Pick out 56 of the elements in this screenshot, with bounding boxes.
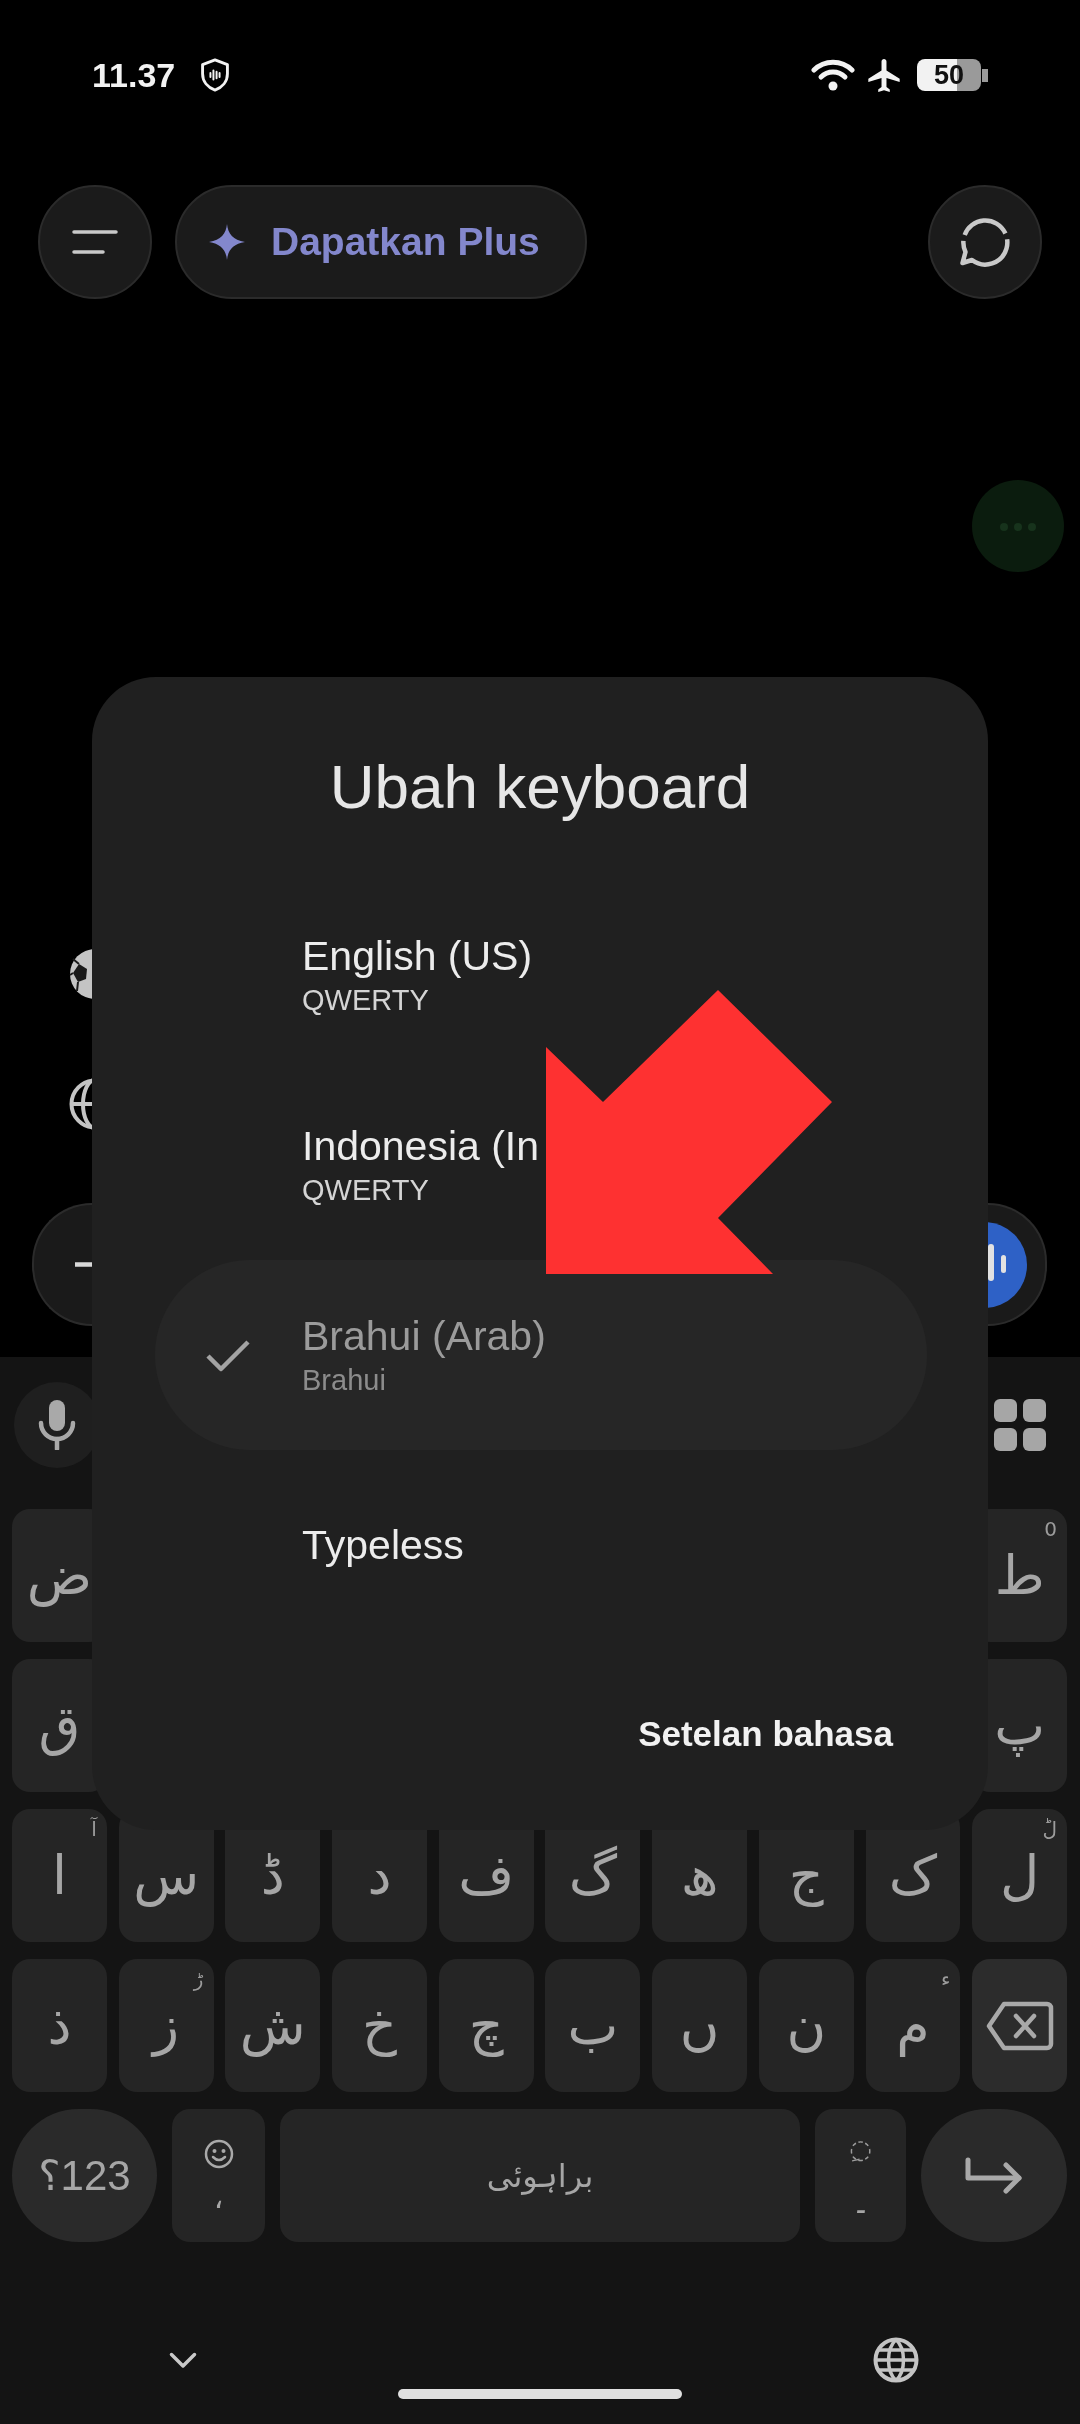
key[interactable]: ا آ (12, 1809, 107, 1942)
keyboard-option[interactable]: English (US) QWERTY (155, 880, 927, 1070)
keyboard-option[interactable]: Brahui (Arab) Brahui (155, 1260, 927, 1450)
key[interactable]: م ء (865, 1959, 961, 2092)
keyboard-option[interactable]: Indonesia (In QWERTY (155, 1070, 927, 1260)
punctuation-label: ۔ (850, 2183, 871, 2218)
battery-percent: 50 (917, 59, 981, 91)
key-hint: ◌ِ (849, 2133, 872, 2164)
comma-label: ، (213, 2182, 224, 2213)
chat-bubble-icon (958, 216, 1012, 268)
language-settings-link[interactable]: Setelan bahasa (638, 1713, 893, 1755)
dots-bubble-icon (972, 480, 1064, 572)
smiley-icon (203, 2138, 234, 2169)
wifi-icon (811, 59, 855, 91)
key[interactable]: خ (332, 1959, 427, 2092)
key[interactable]: ں (652, 1959, 747, 2092)
key[interactable]: چ (438, 1959, 534, 2092)
key-hint: 0 (1044, 1517, 1057, 1541)
key[interactable]: ن (758, 1959, 854, 2092)
backspace-key[interactable] (972, 1959, 1067, 2092)
key-hint: لؕ (1042, 1817, 1057, 1841)
key-hint: آ (91, 1817, 97, 1841)
clock-time: 11.37 (92, 55, 176, 95)
chevron-down-icon[interactable] (169, 2351, 197, 2369)
sparkle-icon (209, 224, 245, 260)
option-label: Indonesia (In (302, 1122, 540, 1171)
option-subtitle: QWERTY (302, 1173, 429, 1208)
punctuation-key[interactable]: ◌ِ ۔ (815, 2109, 906, 2242)
key[interactable]: ل لؕ (972, 1809, 1067, 1942)
menu-icon (72, 230, 118, 254)
upgrade-button[interactable]: Dapatkan Plus (175, 185, 587, 299)
microphone-icon (38, 1399, 76, 1450)
airplane-icon (866, 58, 902, 92)
symbols-key[interactable]: ؟123 (12, 2109, 157, 2242)
key[interactable]: ذ (12, 1959, 107, 2092)
option-subtitle: QWERTY (302, 983, 429, 1018)
globe-icon[interactable] (873, 2337, 919, 2383)
option-label: Typeless (302, 1521, 464, 1570)
globe-icon (69, 1078, 92, 1130)
option-label: Brahui (Arab) (302, 1312, 546, 1361)
dialog-title: Ubah keyboard (329, 751, 751, 823)
key[interactable]: ز ڑ (118, 1959, 214, 2092)
backspace-icon (985, 2000, 1054, 2051)
grid-icon[interactable] (994, 1398, 1046, 1451)
key-hint: ڑ (193, 1967, 204, 1991)
keyboard-option[interactable]: Typeless (155, 1450, 927, 1640)
dash-icon (75, 1262, 92, 1267)
key-hint: ء (940, 1967, 951, 1991)
option-subtitle: Brahui (302, 1363, 386, 1398)
check-icon (205, 1337, 251, 1373)
key[interactable]: ب (545, 1959, 641, 2092)
key[interactable]: ش (225, 1959, 321, 2092)
shield-icon (199, 58, 232, 92)
emoji-key[interactable]: ، (172, 2109, 265, 2242)
option-label: English (US) (302, 932, 533, 981)
space-bar[interactable]: براہوئی (280, 2109, 800, 2242)
